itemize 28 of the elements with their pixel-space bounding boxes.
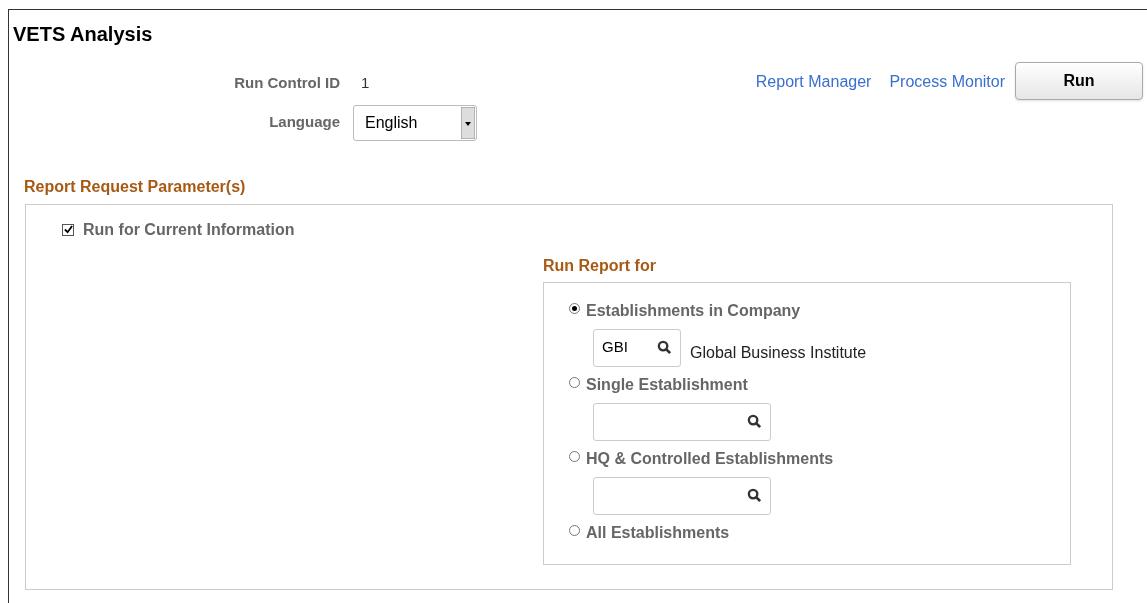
search-icon[interactable]: [657, 340, 672, 355]
caret-icon: [461, 106, 475, 139]
company-description: Global Business Institute: [690, 342, 867, 363]
checkbox-label: Run for Current Information: [83, 219, 295, 240]
radio-button[interactable]: [569, 524, 580, 536]
radio-button[interactable]: [569, 450, 580, 462]
language-dropdown[interactable]: English: [353, 104, 477, 141]
search-icon[interactable]: [747, 414, 762, 429]
radio-label: HQ & Controlled Establishments: [586, 448, 834, 469]
radio-button[interactable]: [569, 376, 580, 388]
run-control-id: 1: [361, 73, 370, 93]
lookup-field[interactable]: [593, 476, 771, 515]
radio-label: All Establishments: [586, 522, 730, 543]
section-title: Report Request Parameter(s): [24, 176, 246, 197]
link[interactable]: Process Monitor: [889, 70, 1005, 94]
field-label: Run Control ID: [233, 73, 340, 93]
group-title: Run Report for: [543, 255, 656, 276]
radio-button[interactable]: [569, 302, 580, 314]
run-button[interactable]: Run: [1015, 62, 1143, 100]
lookup-field[interactable]: [593, 402, 771, 441]
radio-label: Establishments in Company: [586, 300, 801, 321]
checkbox[interactable]: [62, 223, 74, 236]
link[interactable]: Report Manager: [755, 70, 872, 94]
page-title: VETS Analysis: [13, 22, 153, 47]
search-icon[interactable]: [747, 488, 762, 503]
lookup-field[interactable]: GBI: [593, 328, 681, 367]
field-label: Language: [268, 112, 340, 133]
radio-label: Single Establishment: [586, 374, 748, 395]
